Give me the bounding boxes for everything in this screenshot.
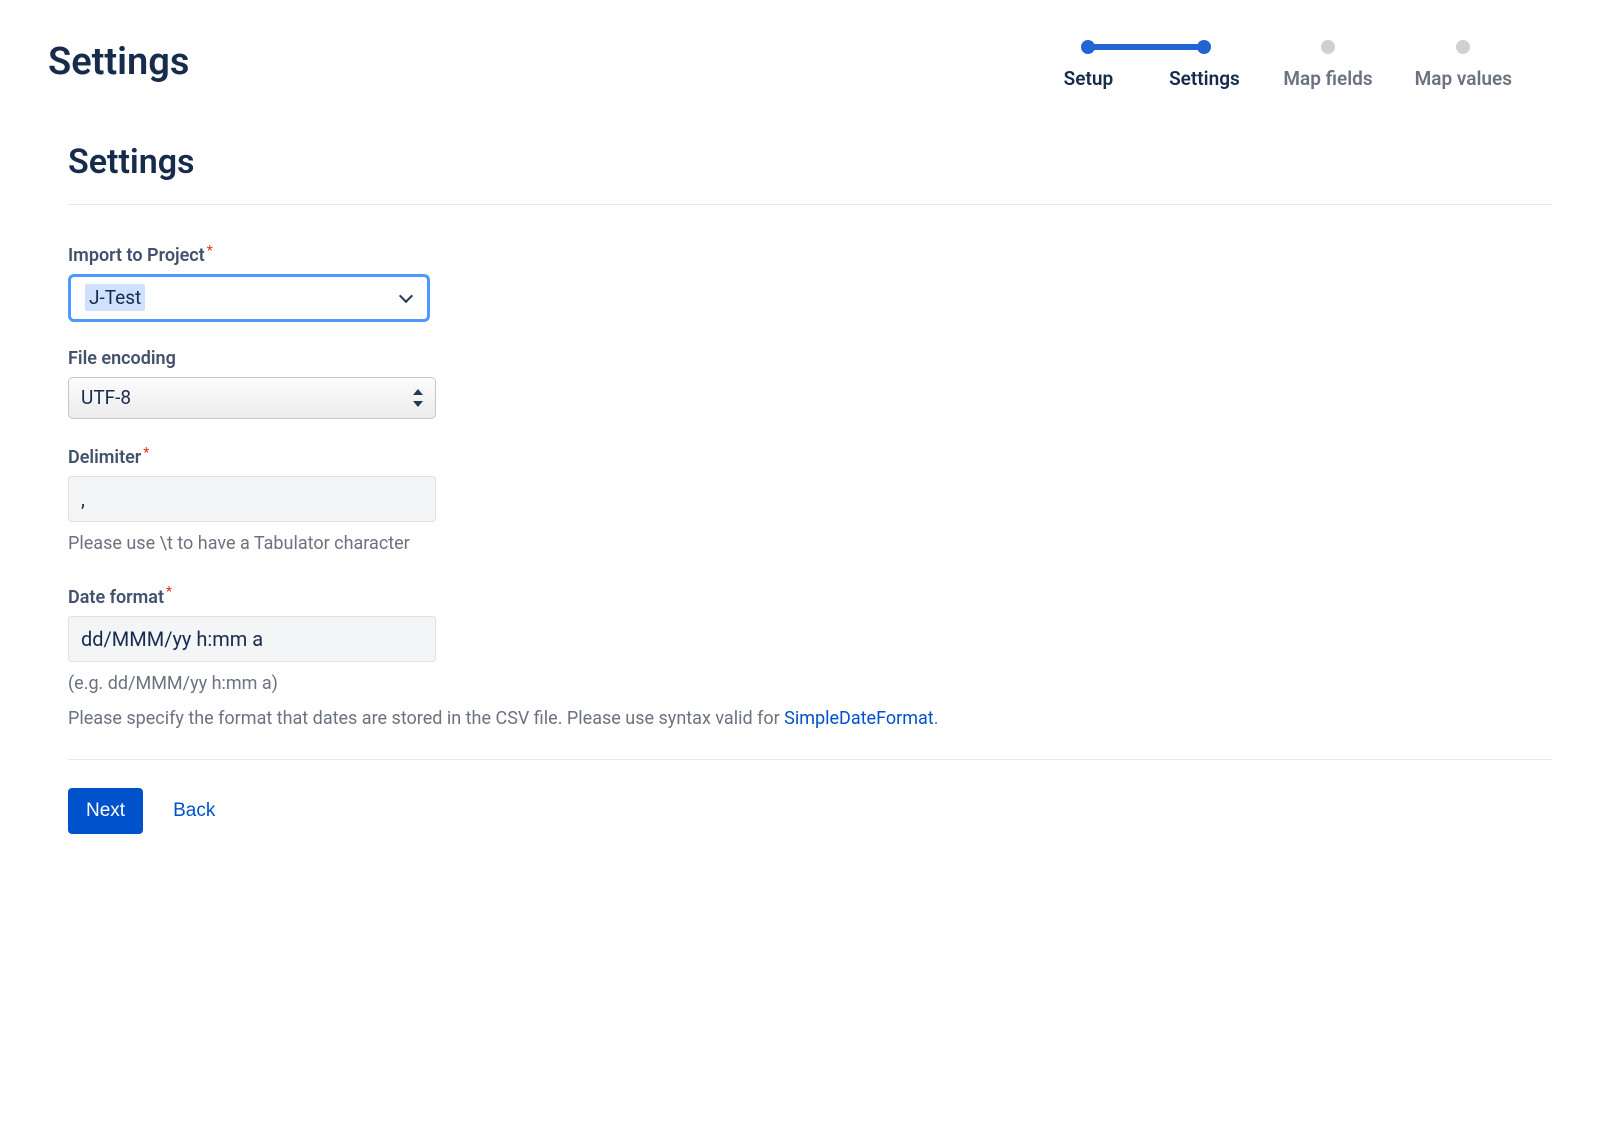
step-label: Map values	[1415, 66, 1512, 92]
chevron-down-icon	[399, 291, 413, 305]
date-format-help-text: Please specify the format that dates are…	[68, 705, 1552, 733]
next-button[interactable]: Next	[68, 788, 143, 834]
divider	[68, 759, 1552, 760]
encoding-select-value: UTF-8	[81, 386, 131, 409]
simple-date-format-link[interactable]: SimpleDateFormat	[784, 708, 934, 729]
date-format-label: Date format	[68, 587, 164, 608]
date-format-example-text: (e.g. dd/MMM/yy h:mm a)	[68, 670, 1552, 698]
step-label: Map fields	[1283, 66, 1372, 92]
step-label: Setup	[1064, 66, 1114, 92]
encoding-label: File encoding	[68, 348, 176, 369]
section-title: Settings	[68, 142, 1552, 182]
page-title: Settings	[48, 40, 189, 86]
back-button[interactable]: Back	[173, 800, 215, 822]
project-select-value: J-Test	[85, 284, 145, 311]
required-asterisk-icon: *	[143, 445, 149, 461]
delimiter-label: Delimiter	[68, 447, 141, 468]
wizard-stepper: Setup Settings Map fields Map values	[1051, 40, 1552, 92]
divider	[68, 204, 1552, 205]
project-label: Import to Project	[68, 245, 205, 266]
delimiter-input[interactable]	[68, 476, 436, 522]
step-map-values[interactable]: Map values	[1415, 40, 1512, 92]
step-dot-done-icon	[1081, 40, 1095, 54]
step-map-fields[interactable]: Map fields	[1283, 40, 1372, 92]
step-label: Settings	[1169, 66, 1240, 92]
select-updown-icon	[413, 389, 423, 407]
project-select[interactable]: J-Test	[68, 274, 430, 322]
required-asterisk-icon: *	[166, 584, 172, 600]
step-setup[interactable]: Setup	[1051, 40, 1125, 92]
date-format-help-suffix: .	[934, 708, 939, 729]
date-format-help-prefix: Please specify the format that dates are…	[68, 708, 784, 729]
step-dot-current-icon	[1197, 40, 1211, 54]
step-dot-future-icon	[1321, 40, 1335, 54]
step-dot-future-icon	[1456, 40, 1470, 54]
required-asterisk-icon: *	[207, 243, 213, 259]
encoding-select[interactable]: UTF-8	[68, 377, 436, 419]
stepper-connector	[1088, 44, 1208, 50]
delimiter-help-text: Please use \t to have a Tabulator charac…	[68, 530, 1552, 558]
date-format-input[interactable]	[68, 616, 436, 662]
